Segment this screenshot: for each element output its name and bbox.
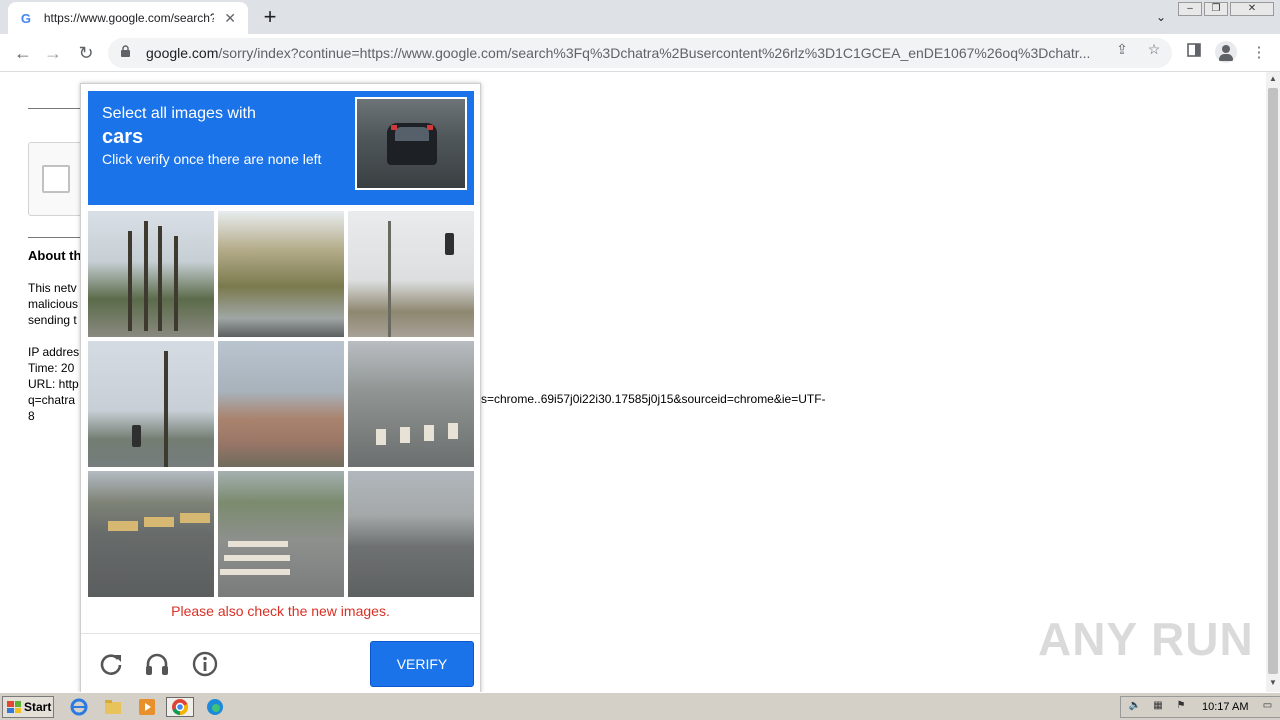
- headphones-icon[interactable]: [143, 650, 171, 678]
- system-tray: 🔈 ▦ ⚑ 10:17 AM ▭: [1120, 696, 1280, 718]
- tail-light: [427, 125, 433, 130]
- taskbar-clock: 10:17 AM: [1202, 701, 1249, 713]
- challenge-instruction: Select all images with: [102, 105, 256, 122]
- address-bar[interactable]: google.com/sorry/index?continue=https://…: [108, 38, 1172, 68]
- url-text: google.com/sorry/index?continue=https://…: [146, 45, 1091, 61]
- chrome-icon[interactable]: [166, 697, 194, 717]
- grid-tile-8[interactable]: [218, 471, 344, 597]
- grid-tile-3[interactable]: [348, 211, 474, 337]
- tab-strip: G https://www.google.com/search?q=chatra…: [0, 0, 1280, 34]
- scroll-up-arrow-icon[interactable]: ▲: [1266, 74, 1280, 86]
- side-panel-icon[interactable]: [1183, 42, 1205, 64]
- grid-tile-6[interactable]: [348, 341, 474, 467]
- folder-icon[interactable]: [102, 697, 124, 717]
- share-icon[interactable]: ⇪: [1113, 40, 1131, 58]
- browser-tab[interactable]: G https://www.google.com/search?q=chatra…: [8, 2, 248, 34]
- browser-toolbar: ← → ↻ google.com/sorry/index?continue=ht…: [0, 34, 1280, 72]
- menu-kebab-icon[interactable]: ⋮: [1248, 42, 1270, 64]
- google-favicon-icon: G: [20, 10, 31, 26]
- ie-icon[interactable]: [68, 697, 90, 717]
- grid-tile-7[interactable]: [88, 471, 214, 597]
- volume-icon[interactable]: 🔈: [1126, 700, 1144, 714]
- close-window-button[interactable]: ✕: [1230, 2, 1274, 16]
- divider: [28, 237, 88, 238]
- image-grid: [88, 211, 474, 597]
- tab-close-icon[interactable]: ✕: [222, 10, 238, 27]
- windows-flag-icon: [7, 701, 21, 713]
- grid-tile-2[interactable]: [218, 211, 344, 337]
- show-desktop-icon[interactable]: ▭: [1258, 700, 1276, 714]
- challenge-footer: VERIFY: [81, 633, 480, 693]
- back-arrow-icon[interactable]: ←: [12, 42, 34, 64]
- challenge-target: cars: [102, 126, 144, 148]
- tail-light: [391, 125, 397, 130]
- verify-button[interactable]: VERIFY: [370, 641, 474, 687]
- start-button[interactable]: Start: [2, 696, 54, 718]
- challenge-header: Select all images with cars Click verify…: [88, 91, 474, 205]
- tab-title: https://www.google.com/search?q=chatra: [43, 11, 214, 25]
- window-controls: – ❐ ✕: [1178, 2, 1274, 16]
- network-icon[interactable]: ▦: [1149, 700, 1167, 714]
- profile-avatar[interactable]: [1215, 41, 1237, 63]
- restore-button[interactable]: ❐: [1204, 2, 1228, 16]
- edge-icon[interactable]: [204, 697, 226, 717]
- grid-tile-9[interactable]: [348, 471, 474, 597]
- grid-tile-4[interactable]: [88, 341, 214, 467]
- tab-search-chevron-icon[interactable]: ⌄: [1150, 6, 1172, 28]
- scroll-down-arrow-icon[interactable]: ▼: [1266, 678, 1280, 690]
- divider: [28, 108, 88, 109]
- scroll-thumb[interactable]: [1268, 88, 1278, 674]
- start-label: Start: [24, 700, 52, 714]
- action-center-flag-icon[interactable]: ⚑: [1172, 700, 1190, 714]
- media-player-icon[interactable]: [136, 697, 158, 717]
- new-images-notice: Please also check the new images.: [171, 603, 390, 619]
- grid-tile-1[interactable]: [88, 211, 214, 337]
- challenge-subtitle: Click verify once there are none left: [102, 151, 322, 167]
- forward-arrow-icon[interactable]: →: [42, 42, 64, 64]
- lock-icon: [120, 45, 134, 61]
- sample-car-image: [355, 97, 467, 190]
- grid-tile-5[interactable]: [218, 341, 344, 467]
- reload-page-icon[interactable]: ↻: [75, 42, 97, 64]
- info-icon[interactable]: [191, 650, 219, 678]
- windows-taskbar: Start 🔈 ▦ ⚑ 10:17 AM ▭: [0, 692, 1280, 720]
- anyrun-watermark: ANY RUN: [1038, 613, 1254, 665]
- page-scrollbar[interactable]: ▲ ▼: [1266, 72, 1280, 692]
- reload-icon[interactable]: [97, 650, 125, 678]
- minimize-button[interactable]: –: [1178, 2, 1202, 16]
- about-heading: About th: [28, 248, 82, 263]
- recaptcha-challenge: Select all images with cars Click verify…: [80, 83, 481, 693]
- url-tail-text: s=chrome..69i57j0i22i30.17585j0j15&sourc…: [481, 392, 826, 406]
- recaptcha-checkbox[interactable]: [42, 165, 70, 193]
- bookmark-star-icon[interactable]: ☆: [1145, 40, 1163, 58]
- new-tab-button[interactable]: +: [258, 6, 282, 30]
